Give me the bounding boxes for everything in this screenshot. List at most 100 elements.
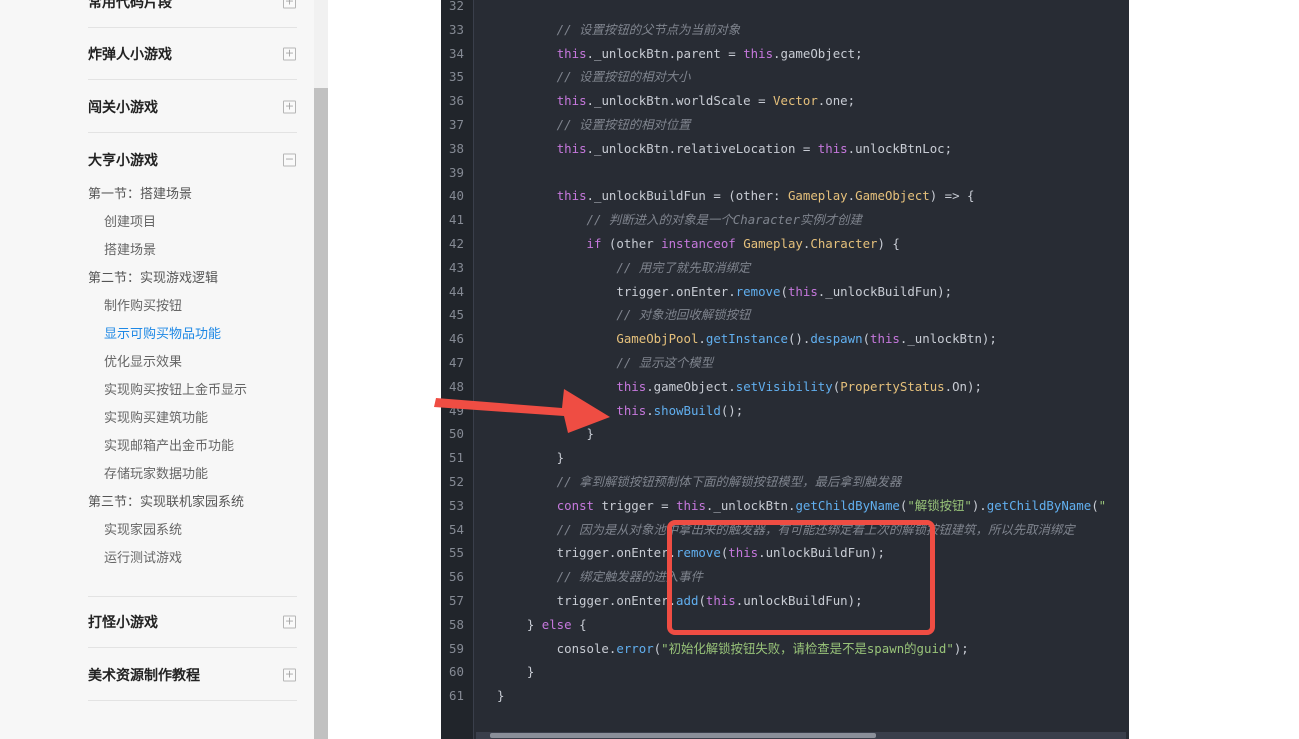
code-text: trigger.onEnter.remove(this._unlockBuild… bbox=[497, 283, 953, 299]
code-text: this._unlockBtn.worldScale = Vector.one; bbox=[556, 93, 856, 109]
code-text: } bbox=[497, 664, 535, 680]
toc-item[interactable]: 搭建场景 bbox=[88, 236, 308, 264]
code-text: // 用完了就先取消绑定 bbox=[497, 259, 751, 275]
toc-item[interactable]: 实现购买建筑功能 bbox=[88, 404, 308, 432]
toc-item[interactable]: 实现购买按钮上金币显示 bbox=[88, 376, 308, 404]
code-line: 43 // 用完了就先取消绑定 bbox=[441, 256, 1129, 280]
line-number: 61 bbox=[449, 688, 464, 704]
code-horizontal-scrollbar[interactable] bbox=[476, 732, 1126, 739]
line-number: 39 bbox=[449, 164, 464, 180]
toc-item[interactable]: 存储玩家数据功能 bbox=[88, 460, 308, 488]
toc-item[interactable]: 实现家园系统 bbox=[88, 516, 308, 544]
code-line: 44 trigger.onEnter.remove(this._unlockBu… bbox=[441, 280, 1129, 304]
code-line: 52 // 拿到解锁按钮预制体下面的解锁按钮模型，最后拿到触发器 bbox=[441, 470, 1129, 494]
expand-icon[interactable]: + bbox=[283, 0, 296, 8]
section-common-snippets[interactable]: 常用代码片段 + bbox=[88, 0, 297, 28]
code-line: 53 const trigger = this._unlockBtn.getCh… bbox=[441, 494, 1129, 518]
code-text: // 设置按钮的父节点为当前对象 bbox=[497, 21, 741, 37]
toc-item[interactable]: 制作购买按钮 bbox=[88, 292, 308, 320]
toc-chapter[interactable]: 第二节：实现游戏逻辑 bbox=[88, 264, 308, 292]
toc-item[interactable]: 运行测试游戏 bbox=[88, 544, 308, 572]
line-number: 38 bbox=[449, 140, 464, 156]
code-text: GameObjPool.getInstance().despawn(this._… bbox=[616, 331, 997, 347]
line-number: 34 bbox=[449, 45, 464, 61]
pointer-arrow-icon bbox=[434, 389, 610, 433]
line-number: 40 bbox=[449, 188, 464, 204]
code-line: 51 } bbox=[441, 446, 1129, 470]
section-bomber-game[interactable]: 炸弹人小游戏 + bbox=[88, 28, 297, 80]
code-line: 37 // 设置按钮的相对位置 bbox=[441, 113, 1129, 137]
code-line: 47 // 显示这个模型 bbox=[441, 351, 1129, 375]
code-line: 42 if (other instanceof Gameplay.Charact… bbox=[441, 232, 1129, 256]
line-number: 44 bbox=[449, 283, 464, 299]
toc-chapter[interactable]: 第一节：搭建场景 bbox=[88, 180, 308, 208]
line-number: 43 bbox=[449, 259, 464, 275]
line-number: 55 bbox=[449, 545, 464, 561]
expand-icon[interactable]: + bbox=[283, 47, 296, 60]
code-text: const trigger = this._unlockBtn.getChild… bbox=[556, 497, 1107, 513]
expand-icon[interactable]: + bbox=[283, 615, 296, 629]
code-text: // 设置按钮的相对位置 bbox=[497, 117, 691, 132]
section-title: 炸弹人小游戏 bbox=[88, 45, 172, 62]
code-scrollbar-thumb[interactable] bbox=[490, 733, 876, 738]
code-text: } else { bbox=[497, 616, 587, 632]
code-line: 61} bbox=[441, 684, 1129, 708]
line-number: 47 bbox=[449, 355, 464, 370]
toc-item[interactable]: 优化显示效果 bbox=[88, 348, 308, 376]
code-line: 45 // 对象池回收解锁按钮 bbox=[441, 303, 1129, 327]
section-title: 闯关小游戏 bbox=[88, 98, 158, 115]
line-number: 46 bbox=[449, 331, 464, 347]
code-line: 46 GameObjPool.getInstance().despawn(thi… bbox=[441, 327, 1129, 351]
code-text: } bbox=[497, 450, 565, 466]
line-number: 59 bbox=[449, 640, 464, 656]
line-number: 58 bbox=[449, 616, 464, 632]
code-text: this._unlockBuildFun = (other: Gameplay.… bbox=[556, 188, 975, 204]
code-text: } bbox=[497, 688, 505, 704]
section-title: 常用代码片段 bbox=[88, 0, 172, 10]
code-line: 35 // 设置按钮的相对大小 bbox=[441, 65, 1129, 89]
section-art-tutorial[interactable]: 美术资源制作教程 + bbox=[88, 649, 297, 701]
code-text: this._unlockBtn.parent = this.gameObject… bbox=[556, 45, 863, 61]
line-number: 36 bbox=[449, 93, 464, 109]
toc-item-active[interactable]: 显示可购买物品功能 bbox=[88, 320, 308, 348]
code-text: console.error("初始化解锁按钮失败，请检查是不是spawn的gui… bbox=[497, 640, 969, 656]
section-title: 美术资源制作教程 bbox=[88, 666, 200, 683]
tycoon-toc: 第一节：搭建场景 创建项目 搭建场景 第二节：实现游戏逻辑 制作购买按钮 显示可… bbox=[88, 180, 308, 572]
section-monster-game[interactable]: 打怪小游戏 + bbox=[88, 596, 297, 648]
line-number: 53 bbox=[449, 497, 464, 513]
code-text: // 设置按钮的相对大小 bbox=[497, 69, 691, 85]
toc-item[interactable]: 实现邮箱产出金币功能 bbox=[88, 432, 308, 460]
line-number: 60 bbox=[449, 664, 464, 680]
line-number: 32 bbox=[449, 0, 464, 13]
code-line: 40 this._unlockBuildFun = (other: Gamepl… bbox=[441, 184, 1129, 208]
line-number: 56 bbox=[449, 569, 464, 585]
line-number: 57 bbox=[449, 593, 464, 608]
line-number: 51 bbox=[449, 450, 464, 466]
expand-icon[interactable]: + bbox=[283, 668, 296, 681]
sidebar-scrollbar-thumb[interactable] bbox=[314, 88, 328, 739]
line-number: 54 bbox=[449, 521, 464, 537]
code-text: if (other instanceof Gameplay.Character)… bbox=[586, 236, 900, 251]
code-line: 34 this._unlockBtn.parent = this.gameObj… bbox=[441, 42, 1129, 66]
code-line: 59 console.error("初始化解锁按钮失败，请检查是不是spawn的… bbox=[441, 637, 1129, 661]
section-title: 打怪小游戏 bbox=[88, 614, 158, 630]
collapse-icon[interactable]: − bbox=[283, 153, 296, 167]
line-number: 52 bbox=[449, 474, 464, 489]
section-tycoon-game[interactable]: 大亨小游戏 − bbox=[88, 134, 297, 186]
line-number: 37 bbox=[449, 117, 464, 132]
expand-icon[interactable]: + bbox=[283, 100, 296, 113]
code-text: // 判断进入的对象是一个Character实例才创建 bbox=[497, 212, 862, 228]
section-level-game[interactable]: 闯关小游戏 + bbox=[88, 81, 297, 133]
line-number: 45 bbox=[449, 307, 464, 323]
code-line: 33 // 设置按钮的父节点为当前对象 bbox=[441, 18, 1129, 42]
line-number: 41 bbox=[449, 212, 464, 228]
toc-chapter[interactable]: 第三节：实现联机家园系统 bbox=[88, 488, 308, 516]
section-title: 大亨小游戏 bbox=[88, 152, 158, 168]
toc-item[interactable]: 创建项目 bbox=[88, 208, 308, 236]
code-text: this._unlockBtn.relativeLocation = this.… bbox=[556, 140, 953, 156]
code-text: // 显示这个模型 bbox=[497, 355, 714, 370]
code-text: // 拿到解锁按钮预制体下面的解锁按钮模型，最后拿到触发器 bbox=[497, 474, 902, 489]
code-line: 32 bbox=[441, 0, 1129, 18]
highlight-box bbox=[667, 520, 935, 635]
code-line: 60 } bbox=[441, 660, 1129, 684]
